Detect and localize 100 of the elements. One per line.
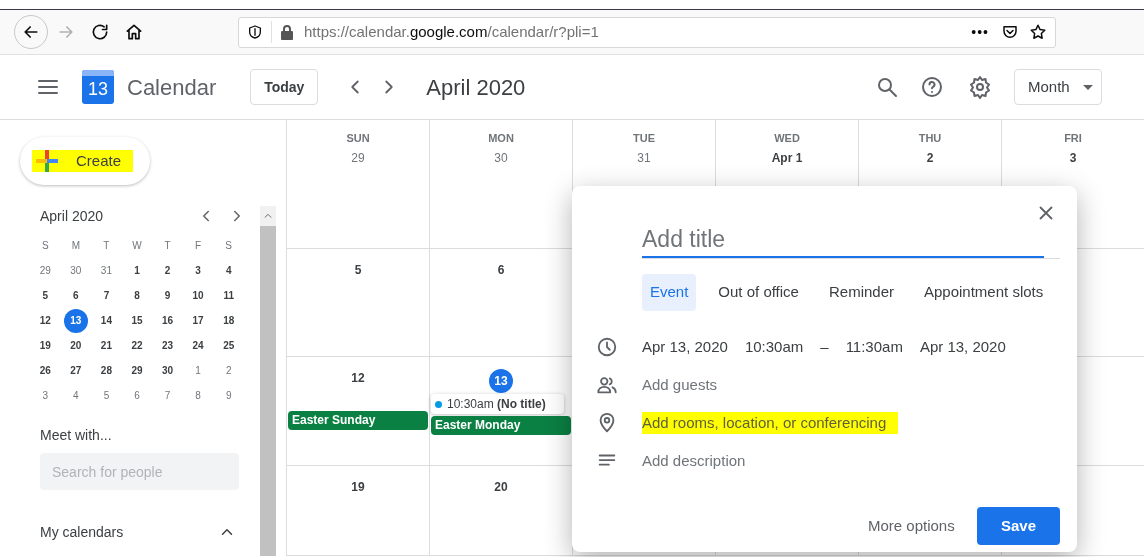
day-number[interactable]: 6 bbox=[497, 261, 505, 279]
mini-calendar-day[interactable]: 12 bbox=[33, 308, 58, 333]
scroll-up-icon bbox=[263, 211, 273, 221]
weekday-label: M bbox=[71, 239, 80, 253]
my-calendars-heading: My calendars bbox=[40, 523, 124, 542]
mini-calendar-day[interactable]: 27 bbox=[63, 358, 88, 383]
more-options-button[interactable]: More options bbox=[860, 512, 963, 540]
mini-calendar-day[interactable]: 6 bbox=[63, 283, 88, 308]
mini-calendar-day[interactable]: 24 bbox=[186, 333, 211, 358]
weekday-label: S bbox=[41, 239, 49, 253]
day-number[interactable]: 29 bbox=[351, 148, 365, 167]
mini-calendar-day[interactable]: 31 bbox=[94, 258, 119, 283]
plus-icon bbox=[34, 148, 60, 174]
mini-calendar-day[interactable]: 20 bbox=[63, 333, 88, 358]
mini-calendar-day[interactable]: 9 bbox=[216, 383, 241, 408]
mini-calendar-day[interactable]: 4 bbox=[63, 383, 88, 408]
weekday-header: SUN bbox=[346, 131, 370, 146]
mini-calendar-day[interactable]: 29 bbox=[33, 258, 58, 283]
mini-calendar-day[interactable]: 25 bbox=[216, 333, 241, 358]
mini-calendar-day[interactable]: 10 bbox=[186, 283, 211, 308]
save-button[interactable]: Save bbox=[977, 507, 1060, 545]
clock-icon bbox=[596, 336, 618, 358]
mini-calendar-day[interactable]: 6 bbox=[125, 383, 149, 408]
mini-calendar-day[interactable]: 26 bbox=[33, 358, 58, 383]
weekday-header: WED bbox=[774, 131, 800, 146]
mini-calendar-day[interactable]: 5 bbox=[33, 283, 58, 308]
event-type-tab[interactable]: Out of office bbox=[710, 274, 807, 311]
mini-calendar-day[interactable]: 29 bbox=[125, 358, 149, 383]
help-icon[interactable] bbox=[920, 75, 944, 99]
reload-icon[interactable] bbox=[90, 22, 110, 42]
day-number[interactable]: Apr 1 bbox=[771, 148, 803, 167]
mini-calendar-day[interactable]: 13 bbox=[63, 308, 88, 333]
event-type-tab[interactable]: Appointment slots bbox=[916, 274, 1052, 311]
title-field[interactable]: Add title bbox=[642, 222, 1044, 258]
day-number[interactable]: 31 bbox=[637, 148, 651, 167]
dialog-field-text[interactable]: Add guests bbox=[642, 373, 718, 397]
dialog-field-text[interactable]: Add rooms, location, or conferencing bbox=[642, 411, 899, 435]
view-dropdown[interactable]: Month bbox=[1014, 69, 1102, 105]
mini-calendar-day[interactable]: 2 bbox=[216, 358, 241, 383]
weekday-label: S bbox=[225, 239, 233, 253]
day-number[interactable]: 19 bbox=[351, 478, 365, 496]
day-number[interactable]: 13 bbox=[489, 369, 513, 393]
weekday-label: W bbox=[132, 239, 142, 253]
mini-calendar-day[interactable]: 14 bbox=[94, 308, 119, 333]
mini-calendar-day[interactable]: 7 bbox=[94, 283, 119, 308]
settings-icon[interactable] bbox=[968, 75, 992, 99]
day-number[interactable]: 12 bbox=[351, 369, 365, 387]
all-day-event[interactable]: Easter Monday bbox=[431, 416, 571, 435]
mini-calendar-day[interactable]: 23 bbox=[155, 333, 180, 358]
mini-calendar-day[interactable]: 22 bbox=[125, 333, 149, 358]
event-type-tab[interactable]: Reminder bbox=[820, 274, 902, 311]
mini-calendar-day[interactable]: 18 bbox=[216, 308, 241, 333]
date-time-text[interactable]: 10:30am bbox=[744, 335, 804, 359]
mini-calendar-day[interactable]: 11 bbox=[216, 283, 241, 308]
mini-calendar-day[interactable]: 19 bbox=[33, 333, 58, 358]
mini-calendar-day[interactable]: 8 bbox=[125, 283, 149, 308]
mini-calendar-day[interactable]: 17 bbox=[186, 308, 211, 333]
date-time-text[interactable]: 11:30am bbox=[845, 335, 903, 359]
mini-calendar-day[interactable]: 3 bbox=[33, 383, 58, 408]
weekday-label: T bbox=[103, 239, 110, 253]
day-number[interactable]: 20 bbox=[494, 478, 508, 496]
mini-calendar-day[interactable]: 8 bbox=[186, 383, 211, 408]
mini-calendar-day[interactable]: 21 bbox=[94, 333, 119, 358]
mini-calendar-day[interactable]: 28 bbox=[94, 358, 119, 383]
mini-calendar-title: April 2020 bbox=[40, 206, 104, 226]
day-number[interactable]: 2 bbox=[926, 148, 934, 167]
mini-calendar-day[interactable]: 5 bbox=[94, 383, 119, 408]
mini-calendar-day[interactable]: 1 bbox=[186, 358, 211, 383]
page-actions-menu[interactable]: ••• bbox=[971, 21, 989, 43]
dialog-field-text[interactable]: Add description bbox=[642, 449, 746, 473]
create-button[interactable]: Create bbox=[20, 137, 150, 185]
mini-calendar-day[interactable]: 9 bbox=[155, 283, 180, 308]
day-number[interactable]: 30 bbox=[494, 148, 508, 167]
address-bar[interactable]: https://calendar.google.com/calendar/r?pli=1 ••• bbox=[238, 16, 1056, 48]
day-number[interactable]: 5 bbox=[354, 261, 362, 279]
day-number[interactable]: 3 bbox=[1069, 148, 1077, 167]
mini-calendar-day[interactable]: 1 bbox=[125, 258, 149, 283]
pocket-icon[interactable] bbox=[1001, 23, 1019, 41]
mini-calendar-day[interactable]: 15 bbox=[125, 308, 149, 333]
home-icon[interactable] bbox=[124, 22, 144, 42]
mini-calendar-day[interactable]: 30 bbox=[155, 358, 180, 383]
mini-calendar-day[interactable]: 16 bbox=[155, 308, 180, 333]
today-button[interactable]: Today bbox=[250, 69, 319, 105]
mini-calendar-day[interactable]: 3 bbox=[186, 258, 211, 283]
shield-icon bbox=[247, 24, 263, 40]
search-people-field[interactable]: Search for people bbox=[40, 453, 239, 490]
mini-calendar-day[interactable]: 30 bbox=[63, 258, 88, 283]
mini-calendar-day[interactable]: 2 bbox=[155, 258, 180, 283]
event-type-tab[interactable]: Event bbox=[642, 274, 697, 311]
date-time-text[interactable]: – bbox=[820, 335, 829, 359]
date-time-text[interactable]: Apr 13, 2020 bbox=[642, 335, 728, 359]
search-icon[interactable] bbox=[875, 75, 899, 99]
date-time-text[interactable]: Apr 13, 2020 bbox=[919, 335, 1006, 359]
mini-calendar-day[interactable]: 7 bbox=[155, 383, 180, 408]
timed-event[interactable]: 10:30am (No title) bbox=[431, 394, 564, 414]
mini-calendar-day[interactable]: 4 bbox=[216, 258, 241, 283]
scrollbar[interactable] bbox=[260, 206, 276, 556]
star-icon[interactable] bbox=[1029, 23, 1047, 41]
current-period: April 2020 bbox=[426, 73, 526, 102]
all-day-event[interactable]: Easter Sunday bbox=[288, 411, 428, 430]
